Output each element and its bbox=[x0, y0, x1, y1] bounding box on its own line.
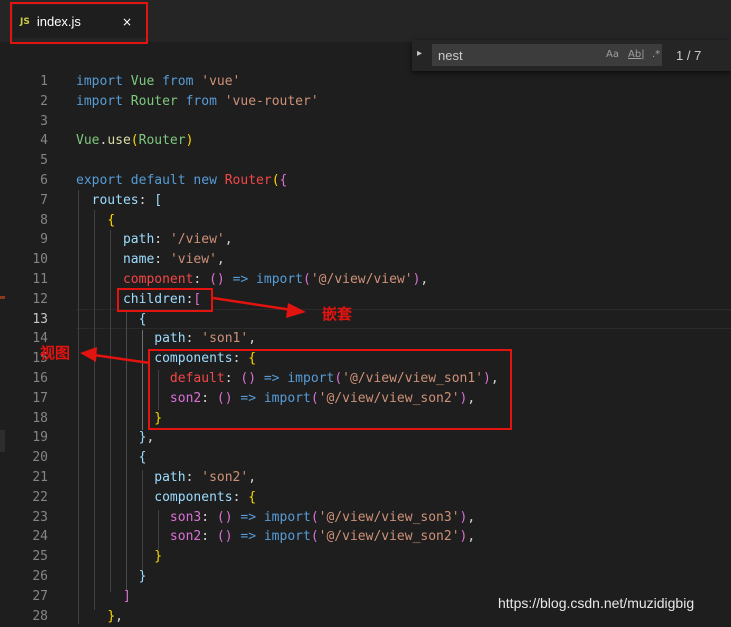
line-number: 19 bbox=[32, 430, 48, 446]
gutter-marker bbox=[0, 296, 5, 299]
line-number: 6 bbox=[40, 173, 48, 188]
line-number: 1 bbox=[40, 74, 48, 89]
line-number: 25 bbox=[32, 549, 48, 565]
line-number: 26 bbox=[32, 569, 48, 584]
line-number: 13 bbox=[32, 311, 48, 327]
code-line[interactable]: name: 'view', bbox=[76, 250, 225, 270]
code-line[interactable]: }, bbox=[76, 428, 155, 448]
code-line[interactable]: import Vue from 'vue' bbox=[76, 72, 240, 92]
match-whole-word-icon[interactable]: Ab| bbox=[628, 49, 645, 60]
children-highlight-box bbox=[117, 288, 213, 312]
line-number: 22 bbox=[32, 489, 48, 505]
line-number: 9 bbox=[40, 232, 48, 248]
line-number: 24 bbox=[32, 529, 48, 545]
code-line[interactable]: import Router from 'vue-router' bbox=[76, 92, 319, 112]
code-line[interactable]: { bbox=[76, 310, 147, 330]
code-line[interactable]: son2: () => import('@/view/view_son2'), bbox=[76, 527, 475, 547]
line-number: 7 bbox=[40, 192, 48, 208]
regex-icon[interactable]: .* bbox=[652, 49, 660, 60]
code-line[interactable]: ] bbox=[76, 587, 131, 607]
match-case-icon[interactable]: Aa bbox=[606, 49, 619, 60]
tab-highlight-box bbox=[10, 2, 148, 44]
find-widget: ▸ Aa Ab| .* 1 / 7 bbox=[412, 40, 731, 71]
line-number: 16 bbox=[32, 371, 48, 386]
line-number: 10 bbox=[32, 252, 48, 268]
watermark: https://blog.csdn.net/muzidigbig bbox=[498, 595, 695, 611]
code-line[interactable]: components: { bbox=[76, 488, 256, 508]
line-number: 3 bbox=[40, 113, 48, 129]
code-line[interactable]: { bbox=[76, 448, 147, 468]
line-number: 21 bbox=[32, 470, 48, 485]
code-line[interactable]: path: '/view', bbox=[76, 230, 233, 250]
line-number: 5 bbox=[40, 153, 48, 169]
code-line[interactable]: routes: [ bbox=[76, 191, 162, 211]
code-line[interactable]: export default new Router({ bbox=[76, 171, 287, 191]
line-number: 4 bbox=[40, 133, 48, 149]
toggle-replace-chevron-icon[interactable]: ▸ bbox=[417, 48, 422, 59]
line-number: 18 bbox=[32, 410, 48, 426]
line-number: 12 bbox=[32, 291, 48, 307]
line-number: 11 bbox=[32, 272, 48, 287]
line-number: 2 bbox=[40, 93, 48, 109]
line-number: 8 bbox=[40, 212, 48, 228]
code-line[interactable]: path: 'son1', bbox=[76, 329, 256, 349]
match-count: 1 / 7 bbox=[676, 48, 702, 63]
annotation-nesting: 嵌套 bbox=[322, 305, 353, 323]
components-highlight-box bbox=[148, 349, 512, 430]
line-number: 20 bbox=[32, 450, 48, 466]
code-line[interactable]: son3: () => import('@/view/view_son3'), bbox=[76, 508, 475, 528]
line-number: 23 bbox=[32, 509, 48, 525]
code-line[interactable]: Vue.use(Router) bbox=[76, 131, 193, 151]
code-line[interactable]: } bbox=[76, 547, 162, 567]
annotation-views: 视图 bbox=[40, 344, 71, 362]
code-line[interactable]: { bbox=[76, 211, 115, 231]
code-line[interactable]: } bbox=[76, 567, 147, 587]
current-line-highlight bbox=[76, 309, 731, 329]
line-number: 17 bbox=[32, 390, 48, 406]
code-line[interactable]: component: () => import('@/view/view'), bbox=[76, 270, 428, 290]
line-number: 27 bbox=[32, 588, 48, 604]
gutter-marker bbox=[0, 430, 5, 452]
code-line[interactable]: path: 'son2', bbox=[76, 468, 256, 488]
